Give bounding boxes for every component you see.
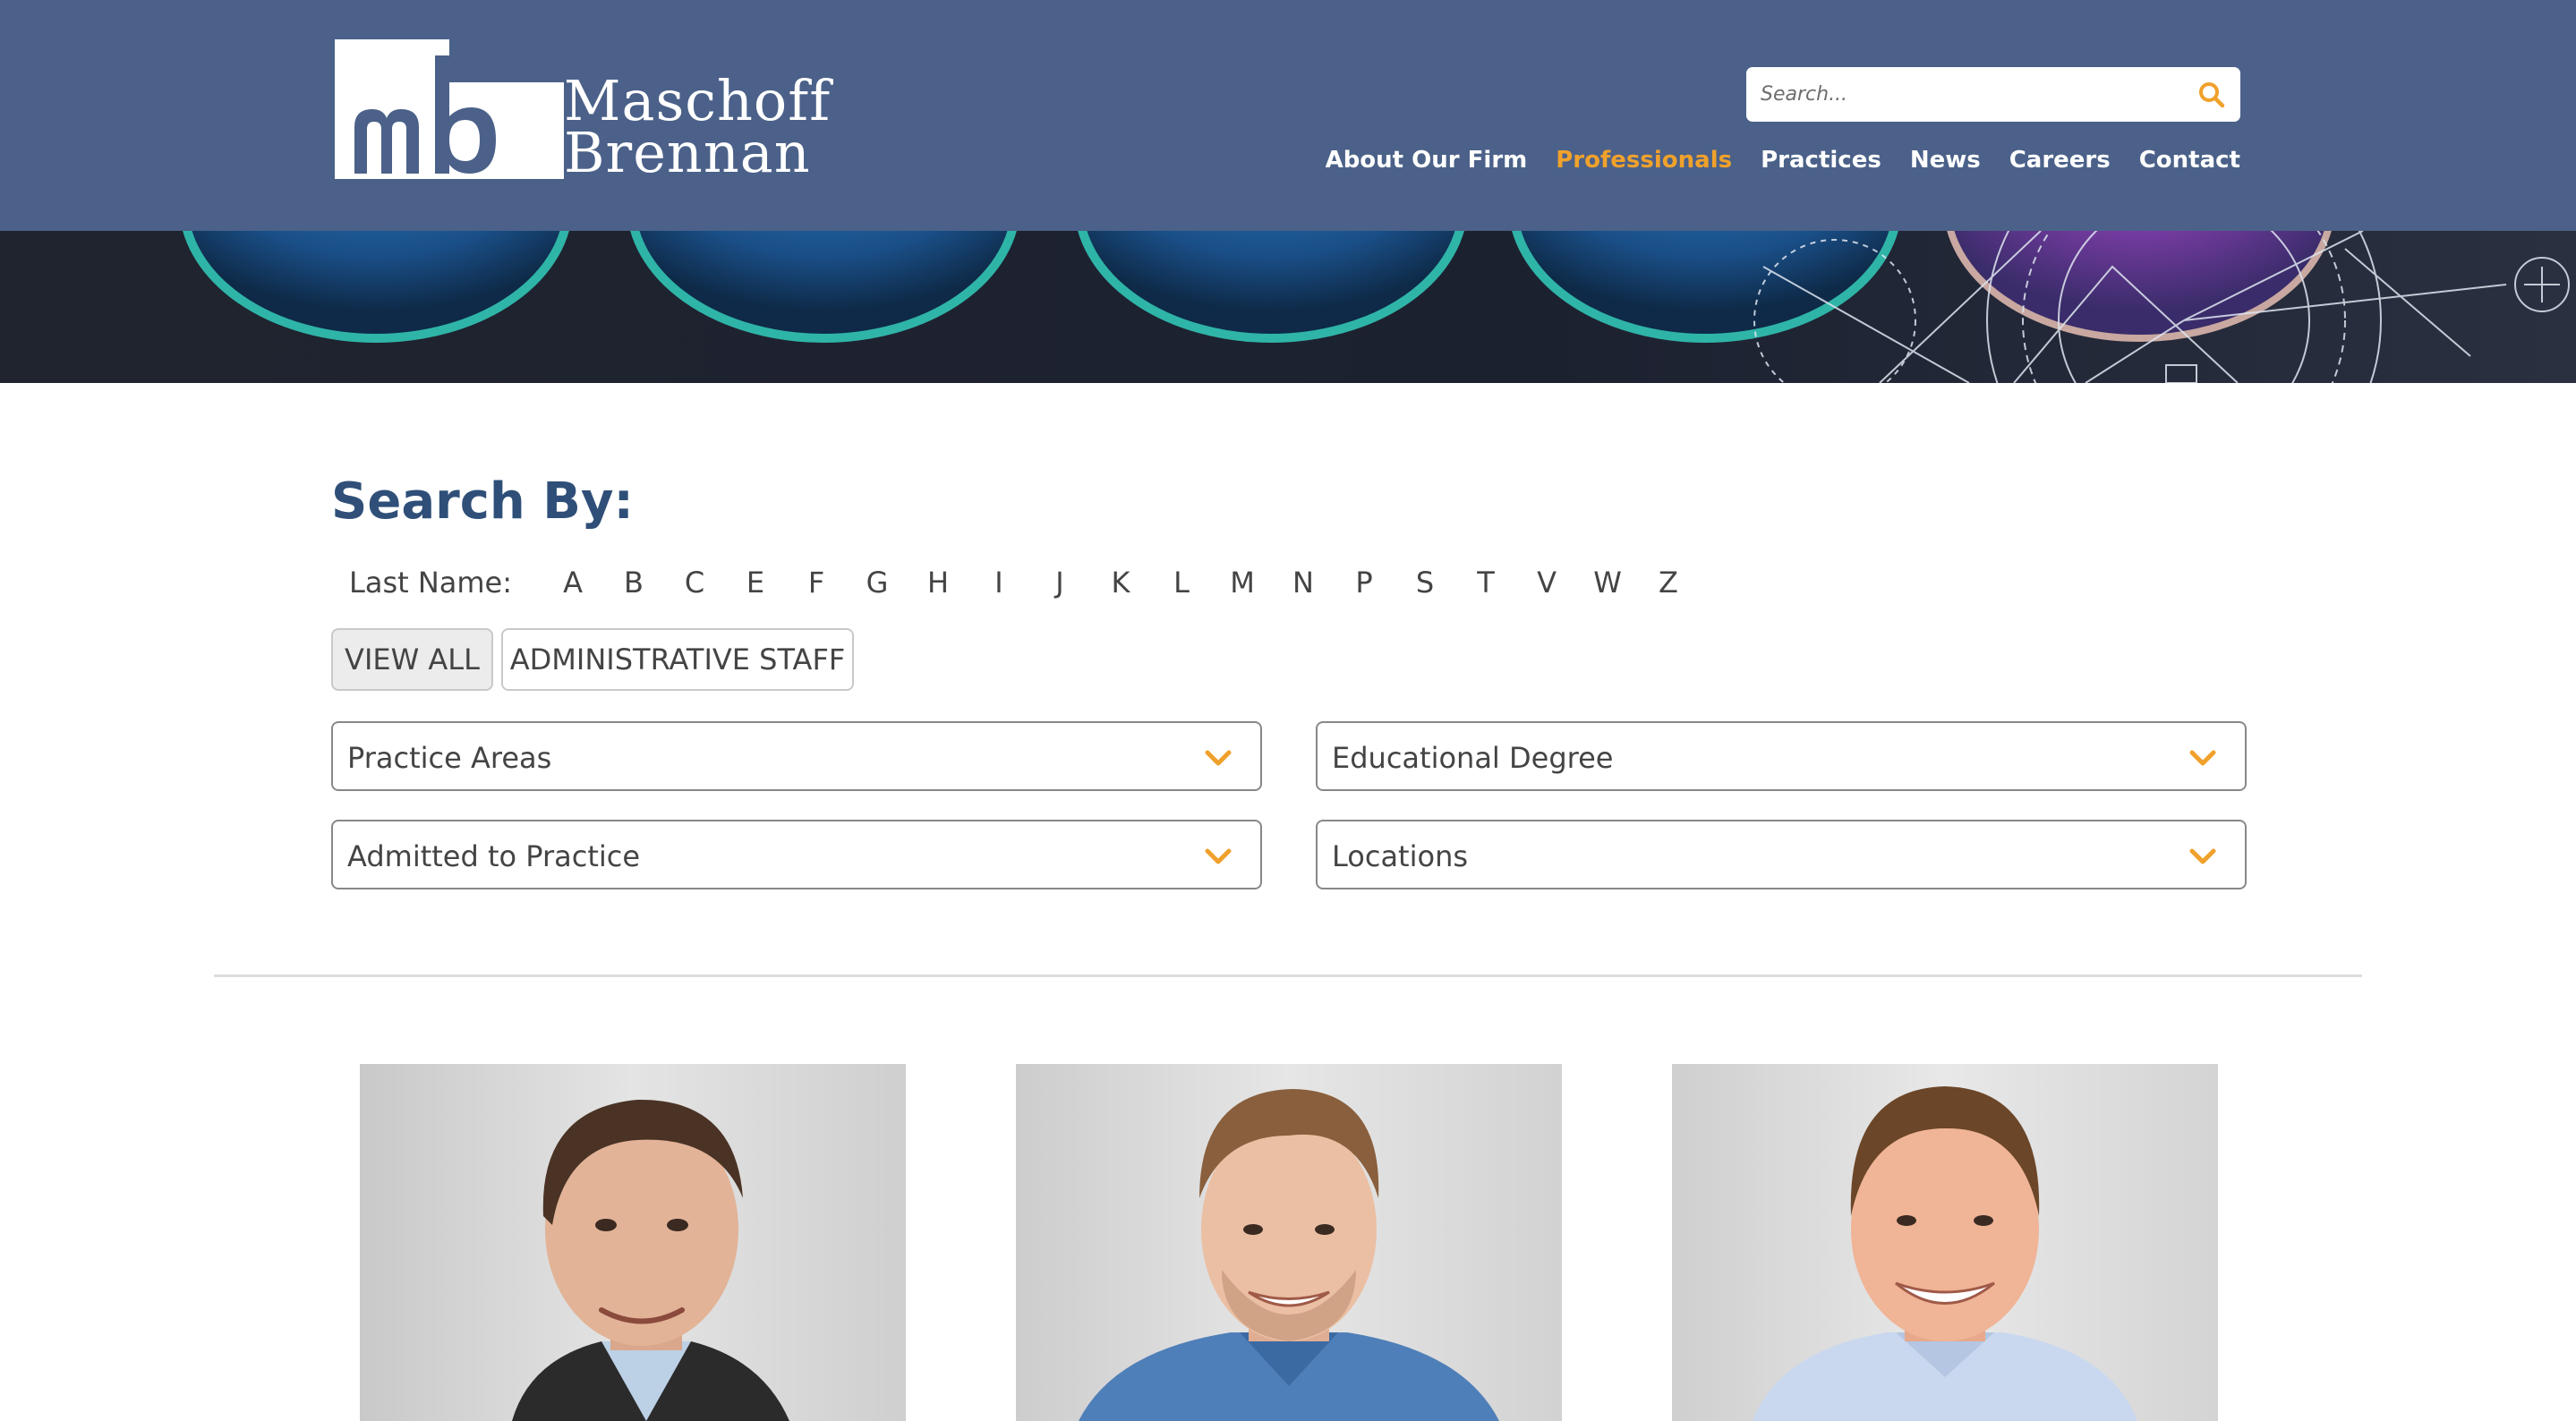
- letter-z[interactable]: Z: [1638, 566, 1699, 600]
- nav-news[interactable]: News: [1910, 147, 1981, 174]
- educational-degree-value: Educational Degree: [1332, 741, 1614, 775]
- nav-professionals[interactable]: Professionals: [1556, 147, 1732, 174]
- letter-f[interactable]: F: [786, 566, 847, 600]
- site-search: [1746, 67, 2240, 122]
- nav-careers[interactable]: Careers: [2009, 147, 2111, 174]
- nav-practices[interactable]: Practices: [1761, 147, 1881, 174]
- logo-mark-icon: [335, 39, 564, 179]
- educational-degree-select[interactable]: Educational Degree: [1316, 721, 2247, 791]
- practice-areas-select[interactable]: Practice Areas: [331, 721, 1262, 791]
- chevron-down-icon: [2189, 750, 2216, 766]
- chevron-down-icon: [1205, 848, 1232, 864]
- search-by-title: Search By:: [331, 472, 634, 531]
- site-logo[interactable]: Maschoff Brennan: [335, 39, 832, 185]
- letter-s[interactable]: S: [1395, 566, 1455, 600]
- letter-b[interactable]: B: [603, 566, 664, 600]
- locations-select[interactable]: Locations: [1316, 820, 2247, 889]
- practice-areas-value: Practice Areas: [347, 741, 552, 775]
- professional-photo-2[interactable]: [1016, 1064, 1562, 1421]
- letter-t[interactable]: T: [1455, 566, 1516, 600]
- last-name-filter: Last Name: A B C E F G H I J K L M N P S…: [349, 566, 1699, 600]
- view-all-button[interactable]: VIEW ALL: [331, 628, 493, 691]
- professional-photo-3[interactable]: [1672, 1064, 2218, 1421]
- letter-j[interactable]: J: [1029, 566, 1090, 600]
- letter-l[interactable]: L: [1151, 566, 1212, 600]
- chevron-down-icon: [1205, 750, 1232, 766]
- last-name-label: Last Name:: [349, 566, 513, 600]
- site-header: Maschoff Brennan About Our Firm Professi…: [0, 0, 2576, 231]
- letter-w[interactable]: W: [1577, 566, 1638, 600]
- chevron-down-icon: [2189, 848, 2216, 864]
- letter-c[interactable]: C: [664, 566, 725, 600]
- search-icon[interactable]: [2197, 81, 2226, 109]
- hero-banner: [0, 231, 2576, 383]
- logo-wordmark: Maschoff Brennan: [564, 73, 831, 185]
- letter-e[interactable]: E: [725, 566, 786, 600]
- admitted-to-practice-select[interactable]: Admitted to Practice: [331, 820, 1262, 889]
- letter-p[interactable]: P: [1334, 566, 1395, 600]
- administrative-staff-button[interactable]: ADMINISTRATIVE STAFF: [501, 628, 854, 691]
- search-input[interactable]: [1746, 67, 2176, 122]
- letter-m[interactable]: M: [1212, 566, 1273, 600]
- letter-g[interactable]: G: [847, 566, 908, 600]
- nav-about-our-firm[interactable]: About Our Firm: [1326, 147, 1528, 174]
- main-nav: About Our Firm Professionals Practices N…: [1326, 147, 2240, 174]
- letter-i[interactable]: I: [968, 566, 1029, 600]
- professional-photo-1[interactable]: [360, 1064, 906, 1421]
- logo-line-2: Brennan: [564, 120, 811, 185]
- portrait-image: [1016, 1064, 1562, 1421]
- letter-h[interactable]: H: [908, 566, 968, 600]
- portrait-image: [360, 1064, 906, 1421]
- portrait-image: [1672, 1064, 2218, 1421]
- locations-value: Locations: [1332, 839, 1469, 873]
- banner-image: [0, 231, 2576, 383]
- letter-v[interactable]: V: [1516, 566, 1577, 600]
- admitted-to-practice-value: Admitted to Practice: [347, 839, 641, 873]
- section-divider: [214, 974, 2362, 977]
- nav-contact[interactable]: Contact: [2139, 147, 2240, 174]
- letter-k[interactable]: K: [1090, 566, 1151, 600]
- letter-n[interactable]: N: [1273, 566, 1334, 600]
- letter-a[interactable]: A: [542, 566, 603, 600]
